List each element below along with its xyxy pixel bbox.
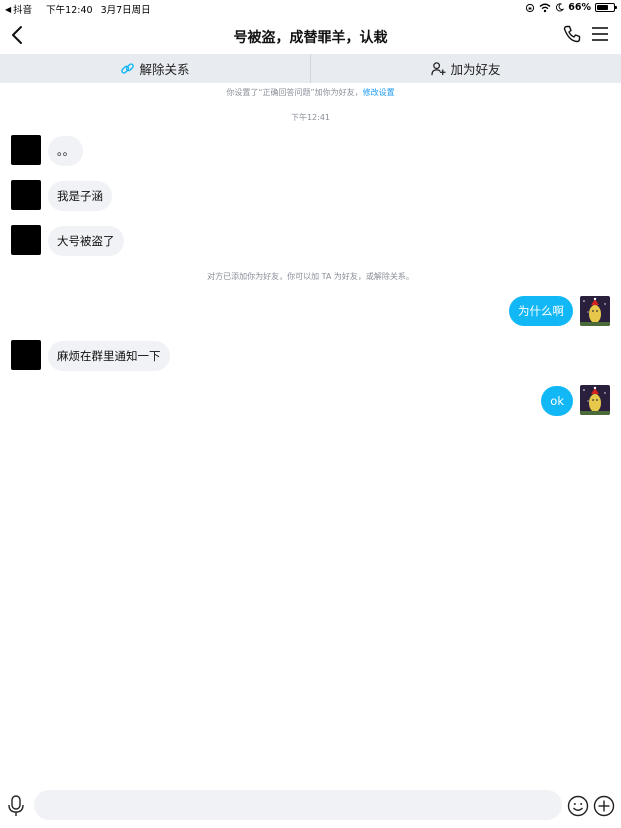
modify-settings-link[interactable]: 修改设置 xyxy=(363,88,395,97)
input-bar xyxy=(0,786,621,828)
add-user-icon xyxy=(431,62,447,76)
friend-added-notice: 对方已添加你为好友，你可以加 TA 为好友，或解除关系。 xyxy=(207,272,414,281)
friend-setting-notice: 你设置了“正确回答问题”加你为好友，修改设置 xyxy=(0,87,621,98)
incoming-message[interactable]: 大号被盗了 xyxy=(48,226,124,256)
incoming-message[interactable]: 。。 xyxy=(48,136,84,166)
contact-avatar[interactable] xyxy=(11,180,41,210)
plus-icon[interactable] xyxy=(593,795,615,817)
incoming-message[interactable]: 麻烦在群里通知一下 xyxy=(48,341,170,371)
battery-icon xyxy=(595,3,617,12)
setting-notice-text: 你设置了“正确回答问题”加你为好友， xyxy=(226,88,363,97)
my-avatar[interactable] xyxy=(580,296,610,326)
outgoing-message[interactable]: ok xyxy=(541,386,573,416)
message-input[interactable] xyxy=(34,790,562,820)
remove-relation-label: 解除关系 xyxy=(139,62,190,77)
battery-percent: 66% xyxy=(568,2,591,13)
menu-icon[interactable] xyxy=(591,26,609,42)
relation-action-bar: 解除关系 加为好友 xyxy=(0,54,621,83)
phone-icon[interactable] xyxy=(563,25,581,43)
wifi-icon xyxy=(539,3,551,12)
contact-avatar[interactable] xyxy=(11,225,41,255)
status-bar: ◀ 抖音 下午12:40 3月7日周日 66% xyxy=(0,0,621,16)
rotation-lock-icon xyxy=(526,3,535,12)
microphone-icon[interactable] xyxy=(7,795,25,817)
chat-header: 号被盗，成替罪羊，认栽 xyxy=(0,16,621,54)
message-timestamp: 下午12:41 xyxy=(290,113,331,122)
status-time: 下午12:40 xyxy=(46,5,93,16)
remove-relation-button[interactable]: 解除关系 xyxy=(0,54,311,83)
add-friend-label: 加为好友 xyxy=(450,62,501,77)
chat-title: 号被盗，成替罪羊，认栽 xyxy=(233,30,388,46)
unlink-icon xyxy=(121,63,135,74)
contact-avatar[interactable] xyxy=(11,340,41,370)
back-to-app-icon[interactable]: ◀ xyxy=(5,5,11,14)
moon-icon xyxy=(556,3,565,12)
my-avatar[interactable] xyxy=(580,385,610,415)
contact-avatar[interactable] xyxy=(11,135,41,165)
outgoing-message[interactable]: 为什么啊 xyxy=(509,296,573,326)
avatar-image xyxy=(580,385,610,415)
emoji-icon[interactable] xyxy=(567,795,589,817)
add-friend-button[interactable]: 加为好友 xyxy=(311,54,621,83)
avatar-image xyxy=(580,296,610,326)
back-app-label[interactable]: 抖音 xyxy=(13,2,32,16)
status-date: 3月7日周日 xyxy=(100,5,151,16)
incoming-message[interactable]: 我是子涵 xyxy=(48,181,112,211)
